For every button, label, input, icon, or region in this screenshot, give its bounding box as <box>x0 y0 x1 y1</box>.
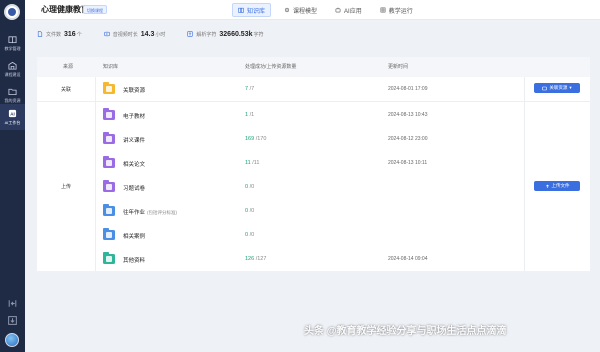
folder-icon <box>103 108 115 120</box>
column-header-knowledge-base: 知识库 <box>103 64 119 70</box>
folder-icon <box>103 156 115 168</box>
robot-icon <box>335 7 341 13</box>
stat-media-duration: 音视频时长 14.3 小时 <box>104 31 165 38</box>
tab-label: 知识库 <box>247 8 266 15</box>
sidebar-item-teaching[interactable]: 教学管理 <box>0 30 25 56</box>
chevron-down-icon: ▾ <box>569 85 572 90</box>
sidebar-item-label: 教学管理 <box>4 45 21 51</box>
building-icon <box>8 61 17 70</box>
table-row[interactable]: 习题试卷 0 /0 <box>37 175 590 199</box>
sidebar: 教学管理 课程建设 我的资源 AI AI工作台 <box>0 0 25 352</box>
table-row[interactable]: 相关论文 11 /11 2024-08-13 10:11 <box>37 151 590 175</box>
folder-icon <box>103 132 115 144</box>
ai-icon: AI <box>8 109 17 117</box>
sidebar-item-course[interactable]: 课程建设 <box>0 56 25 82</box>
table-row[interactable]: 关联资源 7 /7 2024-08-01 17:09 <box>37 77 590 101</box>
avatar[interactable] <box>5 333 19 347</box>
gear-icon <box>284 7 290 13</box>
column-header-source: 来源 <box>63 64 74 70</box>
column-header-updated: 更新时间 <box>388 64 409 70</box>
folder-icon <box>103 228 115 240</box>
top-header: 心理健康教育 切换课程 知识库 课程模型 AI应用 教学运行 <box>25 0 600 20</box>
text-icon <box>187 31 194 37</box>
stat-file-count: 文件数 316 个 <box>37 31 82 38</box>
folder-icon <box>103 252 115 264</box>
sidebar-item-ai-workbench[interactable]: AI AI工作台 <box>0 104 25 130</box>
table-row[interactable]: 其他资料 126 /127 2024-08-14 09:04 <box>37 247 590 271</box>
folder-icon <box>103 180 115 192</box>
link-resource-button[interactable]: 关联资源 ▾ <box>534 83 580 93</box>
page-title: 心理健康教育 <box>41 5 89 14</box>
svg-text:AI: AI <box>10 111 15 116</box>
watermark: 头条 @教育教学经验分享与职场生活点点滴滴 <box>304 326 507 337</box>
tab-course-model[interactable]: 课程模型 <box>279 3 322 17</box>
table-row[interactable]: 往年作业 (包括评分标准) 0 /0 <box>37 199 590 223</box>
grid-icon <box>380 7 386 13</box>
link-icon <box>542 86 548 90</box>
table-row[interactable]: 讲义课件 169 /170 2024-08-12 23:00 <box>37 127 590 151</box>
stat-parsed-characters: 解析字符 32660.53k 字符 <box>187 31 264 38</box>
collapse-icon[interactable] <box>7 298 18 309</box>
folder-icon <box>8 88 17 95</box>
folder-icon <box>103 204 115 216</box>
school-logo <box>4 4 20 20</box>
tab-teaching-operation[interactable]: 教学运行 <box>375 3 418 17</box>
switch-course-button[interactable]: 切换课程 <box>83 5 107 14</box>
sidebar-item-label: 我的资源 <box>4 97 21 103</box>
sidebar-item-label: AI工作台 <box>4 119 21 125</box>
column-header-count: 处理成功/上传资源数量 <box>245 64 297 70</box>
tab-label: 教学运行 <box>388 8 413 15</box>
tab-ai-apps[interactable]: AI应用 <box>330 3 367 17</box>
book-icon <box>8 35 17 43</box>
tab-bar: 知识库 课程模型 AI应用 教学运行 <box>232 3 418 17</box>
book-icon <box>238 7 244 13</box>
upload-icon <box>545 184 549 188</box>
tab-label: AI应用 <box>344 8 362 15</box>
sidebar-item-label: 课程建设 <box>4 71 21 77</box>
folder-icon <box>103 82 115 94</box>
video-icon <box>104 31 110 37</box>
table-row[interactable]: 电子教材 1 /1 2024-08-13 10:43 <box>37 103 590 127</box>
stats-bar: 文件数 316 个 音视频时长 14.3 小时 解析字符 32660.53k 字… <box>37 27 286 41</box>
tab-label: 课程模型 <box>293 8 318 15</box>
table-header: 来源 知识库 处理成功/上传资源数量 更新时间 <box>37 57 590 77</box>
upload-file-button[interactable]: 上传文件 <box>534 181 580 191</box>
table-row[interactable]: 相关案例 0 /0 <box>37 223 590 247</box>
file-icon <box>37 31 43 37</box>
knowledge-base-table: 来源 知识库 处理成功/上传资源数量 更新时间 关联 关联资源 7 /7 202… <box>37 57 590 271</box>
download-icon[interactable] <box>7 315 18 326</box>
tab-knowledge-base[interactable]: 知识库 <box>232 3 272 17</box>
